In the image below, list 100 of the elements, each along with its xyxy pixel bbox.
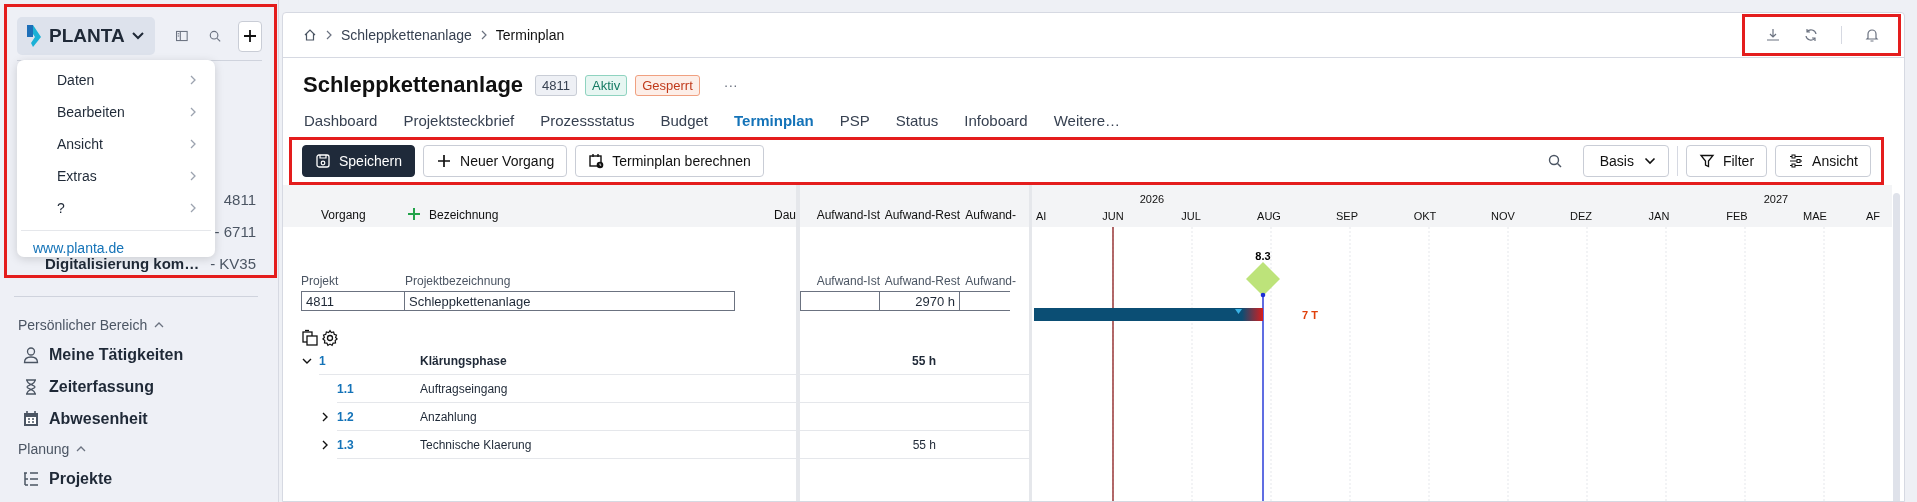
year-label: 2026 bbox=[1139, 193, 1165, 205]
menu-item[interactable]: Extras bbox=[21, 160, 211, 192]
column-header: Bezeichnung bbox=[429, 208, 500, 222]
column-header: Aufwand-Rest bbox=[883, 208, 960, 222]
chevron-right-icon bbox=[479, 29, 488, 41]
recent-project-code[interactable]: - 6711 bbox=[214, 222, 256, 240]
section-title[interactable]: Persönlicher Bereich bbox=[18, 317, 148, 333]
scrollbar[interactable] bbox=[1893, 193, 1900, 501]
month-label: AF bbox=[1865, 210, 1881, 222]
task-name: Anzahlung bbox=[420, 409, 477, 424]
nav-item[interactable]: Abwesenheit bbox=[4, 403, 278, 435]
task-number[interactable]: 1.3 bbox=[337, 437, 377, 452]
month-label: OKT bbox=[1413, 210, 1437, 222]
toolbar-button[interactable]: Terminplan berechnen bbox=[575, 145, 764, 177]
tab[interactable]: Weitere… bbox=[1044, 108, 1130, 133]
delay-label: 7 T bbox=[1302, 309, 1318, 321]
copy-icon[interactable] bbox=[301, 329, 319, 347]
chevron-right-icon bbox=[189, 202, 197, 214]
nav-item[interactable]: Projekte bbox=[4, 463, 278, 495]
status-badge: 4811 bbox=[535, 74, 578, 96]
bell-icon[interactable] bbox=[1864, 27, 1880, 43]
breadcrumb-item[interactable]: Terminplan bbox=[495, 27, 565, 43]
field-label: Aufwand-Rest bbox=[883, 274, 960, 288]
search-icon[interactable] bbox=[1546, 153, 1563, 169]
field-label: Projektbezeichnung bbox=[405, 274, 511, 288]
nav-item[interactable]: Meine Tätigkeiten bbox=[4, 339, 278, 371]
effort-actual-field[interactable] bbox=[800, 291, 880, 311]
breadcrumb-item[interactable]: Schleppkettenanlage bbox=[341, 27, 472, 43]
menu-item[interactable]: Bearbeiten bbox=[21, 96, 211, 128]
tab[interactable]: Prozessstatus bbox=[531, 108, 644, 133]
save-icon bbox=[315, 153, 331, 169]
column-header: Dau bbox=[774, 208, 796, 222]
chevron-up-icon[interactable] bbox=[76, 445, 87, 453]
chevron-right-icon bbox=[189, 74, 197, 86]
project-id-field[interactable]: 4811 bbox=[301, 291, 405, 311]
month-label: NOV bbox=[1491, 210, 1515, 222]
add-button[interactable] bbox=[238, 20, 262, 52]
tab[interactable]: Status bbox=[886, 108, 948, 133]
tab[interactable]: PSP bbox=[830, 108, 879, 133]
column-header: Aufwand- bbox=[964, 208, 1016, 222]
task-number[interactable]: 1.1 bbox=[337, 381, 377, 396]
calendar-icon bbox=[22, 410, 40, 428]
menu-item-label: Extras bbox=[57, 168, 97, 184]
website-link[interactable]: www.planta.de bbox=[21, 240, 125, 256]
chevron-right-icon bbox=[189, 106, 197, 118]
refresh-icon[interactable] bbox=[1803, 27, 1819, 43]
tab[interactable]: Terminplan bbox=[725, 108, 823, 133]
chevron-down-icon bbox=[1643, 157, 1656, 165]
milestone-label: 8.3 bbox=[1255, 250, 1271, 262]
recent-project-code[interactable]: 4811 bbox=[223, 190, 256, 208]
month-label: SEP bbox=[1336, 210, 1358, 222]
task-number[interactable]: 1.2 bbox=[337, 409, 377, 424]
download-icon[interactable] bbox=[1765, 27, 1781, 43]
field-label: Aufwand-Ist bbox=[815, 274, 880, 288]
filter-icon bbox=[1698, 153, 1715, 169]
month-label: DEZ bbox=[1570, 210, 1592, 222]
toolbar-button[interactable]: Filter bbox=[1685, 145, 1768, 177]
tab[interactable]: Infoboard bbox=[955, 108, 1037, 133]
chevron-right-icon bbox=[189, 138, 197, 150]
task-name: Auftragseingang bbox=[420, 381, 508, 396]
task-number[interactable]: 1 bbox=[319, 353, 359, 368]
chevron-right-icon bbox=[189, 170, 197, 182]
effort-rest-value: 55 h bbox=[912, 437, 936, 452]
sliders-icon bbox=[1788, 153, 1805, 169]
menu-item[interactable]: Daten bbox=[21, 64, 211, 96]
tab[interactable]: Projektsteckbrief bbox=[394, 108, 524, 133]
view-select[interactable]: Basis bbox=[1582, 145, 1669, 177]
plus-icon bbox=[436, 153, 453, 169]
section-title[interactable]: Planung bbox=[18, 441, 70, 457]
tab[interactable]: Dashboard bbox=[295, 108, 387, 133]
effort-rest-field[interactable]: 2970 h bbox=[880, 291, 960, 311]
plus-icon bbox=[243, 29, 257, 43]
menu-item[interactable]: ? bbox=[21, 192, 211, 224]
more-button[interactable]: ··· bbox=[717, 76, 744, 94]
month-label: AI bbox=[1036, 210, 1047, 222]
effort-field[interactable] bbox=[960, 291, 1010, 311]
menu-item[interactable]: Ansicht bbox=[21, 128, 211, 160]
month-label: AUG bbox=[1257, 210, 1281, 222]
project-name-field[interactable]: Schleppkettenanlage bbox=[405, 291, 735, 311]
add-row-icon[interactable] bbox=[407, 207, 421, 221]
settings-icon[interactable] bbox=[321, 329, 339, 347]
menu-item-label: Daten bbox=[57, 72, 95, 88]
brand-menu-button[interactable]: PLANTA bbox=[17, 17, 155, 55]
field-label: Aufwand- bbox=[964, 274, 1016, 288]
recent-project-code[interactable]: - KV35 bbox=[210, 254, 256, 272]
status-badge: Aktiv bbox=[585, 74, 628, 96]
tab[interactable]: Budget bbox=[651, 108, 718, 133]
toolbar-button[interactable]: Ansicht bbox=[1775, 145, 1871, 177]
chevron-down-icon bbox=[130, 31, 145, 41]
toolbar-button[interactable]: Neuer Vorgang bbox=[423, 145, 568, 177]
person-icon bbox=[22, 346, 40, 364]
toolbar-button[interactable]: Speichern bbox=[302, 145, 416, 177]
chevron-up-icon[interactable] bbox=[154, 321, 165, 329]
project-title: Schleppkettenanlage bbox=[303, 72, 524, 98]
month-label: MAE bbox=[1803, 210, 1827, 222]
nav-item[interactable]: Zeiterfassung bbox=[4, 371, 278, 403]
home-icon[interactable] bbox=[303, 28, 317, 42]
chevron-right-icon bbox=[325, 29, 333, 41]
logo-icon bbox=[25, 23, 43, 49]
menu-item-label: ? bbox=[57, 200, 65, 216]
